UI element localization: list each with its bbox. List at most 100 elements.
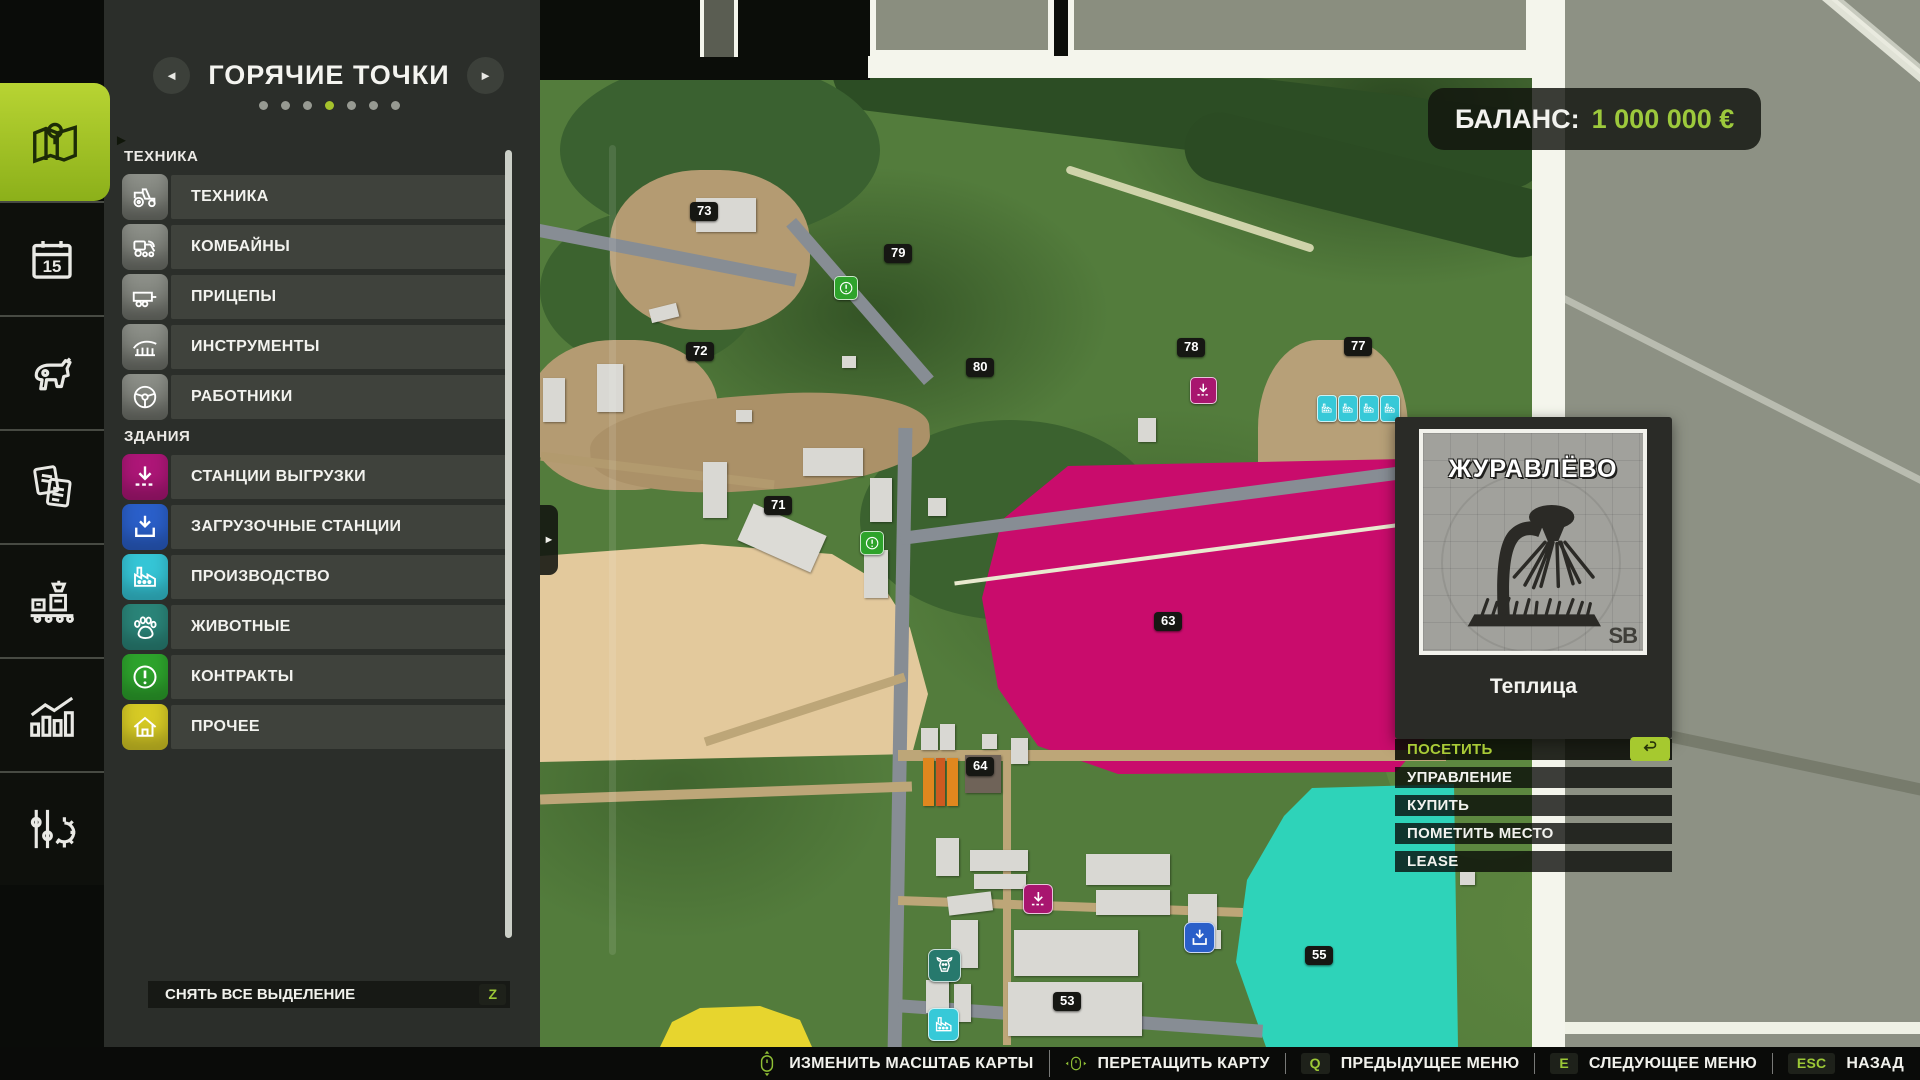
page-dot[interactable]: [347, 101, 356, 110]
field-number-badge[interactable]: 79: [884, 244, 912, 263]
field-number-badge[interactable]: 78: [1177, 338, 1205, 357]
page-dot[interactable]: [369, 101, 378, 110]
filter-label[interactable]: ПРОЧЕЕ: [171, 705, 512, 749]
context-menu-label: ПОМЕТИТЬ МЕСТО: [1407, 825, 1554, 842]
map-building: [870, 478, 892, 522]
map-building: [703, 462, 727, 518]
panel-scrollbar[interactable]: [609, 145, 616, 955]
svg-text:15: 15: [43, 257, 62, 276]
field-number-badge[interactable]: 55: [1305, 946, 1333, 965]
map-marker-icon[interactable]: [1317, 395, 1337, 422]
filter-icon: [130, 332, 160, 362]
map-marker-icon[interactable]: [1190, 377, 1217, 404]
filter-label[interactable]: ЖИВОТНЫЕ: [171, 605, 512, 649]
field-number-badge[interactable]: 71: [764, 496, 792, 515]
hotspot-filter-row[interactable]: ПРОИЗВОДСТВО: [122, 554, 512, 598]
filter-tile[interactable]: [122, 704, 168, 750]
context-menu-item[interactable]: УПРАВЛЕНИЕ: [1395, 767, 1672, 788]
page-dot[interactable]: [325, 101, 334, 110]
cell-gap: [1054, 0, 1068, 58]
hotspot-filter-row[interactable]: КОНТРАКТЫ: [122, 654, 512, 698]
hotspot-filter-row[interactable]: ЗАГРУЗОЧНЫЕ СТАНЦИИ: [122, 504, 512, 548]
filter-tile[interactable]: [122, 174, 168, 220]
hotspot-filter-row[interactable]: КОМБАЙНЫ: [122, 224, 512, 268]
filter-label[interactable]: КОНТРАКТЫ: [171, 655, 512, 699]
filter-label[interactable]: ИНСТРУМЕНТЫ: [171, 325, 512, 369]
sidebar-tab[interactable]: 15: [0, 201, 104, 315]
map-marker-icon[interactable]: [1359, 395, 1379, 422]
filter-label[interactable]: ПРИЦЕПЫ: [171, 275, 512, 319]
field-number-badge[interactable]: 80: [966, 358, 994, 377]
filter-tile[interactable]: [122, 604, 168, 650]
map-context-menu: ПОСЕТИТЬ УПРАВЛЕНИЕ КУПИТЬ ПОМЕТИТЬ МЕСТ…: [1395, 739, 1672, 879]
marker-glyph-icon: [1360, 396, 1378, 421]
hotspot-filter-row[interactable]: ТЕХНИКА: [122, 174, 512, 218]
field-number-badge[interactable]: 64: [966, 757, 994, 776]
context-menu-item[interactable]: LEASE: [1395, 851, 1672, 872]
filter-label[interactable]: РАБОТНИКИ: [171, 375, 512, 419]
filter-label[interactable]: СТАНЦИИ ВЫГРУЗКИ: [171, 455, 512, 499]
filter-tile[interactable]: [122, 654, 168, 700]
context-menu-label: УПРАВЛЕНИЕ: [1407, 769, 1512, 786]
filter-label[interactable]: ПРОИЗВОДСТВО: [171, 555, 512, 599]
page-next-button[interactable]: ►: [467, 57, 504, 94]
map-marker-icon[interactable]: [1023, 884, 1053, 914]
hotspot-filter-row[interactable]: ИНСТРУМЕНТЫ: [122, 324, 512, 368]
map-marker-icon[interactable]: [834, 276, 858, 300]
hotspot-filter-row[interactable]: СТАНЦИИ ВЫГРУЗКИ: [122, 454, 512, 498]
field-number-badge[interactable]: 72: [686, 342, 714, 361]
visit-action-button[interactable]: [1630, 737, 1670, 761]
context-menu-item[interactable]: ПОСЕТИТЬ: [1395, 739, 1672, 760]
filter-label[interactable]: ЗАГРУЗОЧНЫЕ СТАНЦИИ: [171, 505, 512, 549]
filter-tile[interactable]: [122, 454, 168, 500]
field-number-badge[interactable]: 63: [1154, 612, 1182, 631]
active-tab-arrow-icon: ►: [114, 132, 129, 149]
map-marker-icon[interactable]: [1338, 395, 1358, 422]
sidebar-tab[interactable]: [0, 429, 104, 543]
sidebar-tab[interactable]: [0, 657, 104, 771]
filter-label[interactable]: КОМБАЙНЫ: [171, 225, 512, 269]
section-buildings: ЗДАНИЯ СТАНЦИИ ВЫГРУЗКИ ЗАГРУЗОЧНЫЕ СТАН…: [122, 428, 512, 754]
map-marker-icon[interactable]: [1184, 922, 1215, 953]
field-number-badge[interactable]: 77: [1344, 337, 1372, 356]
clear-selection-button[interactable]: СНЯТЬ ВСЕ ВЫДЕЛЕНИЕ Z: [148, 981, 510, 1008]
sidebar-tab[interactable]: [0, 83, 110, 201]
page-dot[interactable]: [391, 101, 400, 110]
filter-tile[interactable]: [122, 554, 168, 600]
hotspot-filter-row[interactable]: ПРОЧЕЕ: [122, 704, 512, 748]
filter-tile[interactable]: [122, 504, 168, 550]
section-label: ЗДАНИЯ: [124, 428, 512, 445]
map-building: [974, 874, 1026, 889]
map-marker-icon[interactable]: [860, 531, 884, 555]
outside-strip: [1565, 1022, 1920, 1034]
key-badge-z: Z: [479, 984, 506, 1005]
sidebar-tab[interactable]: [0, 543, 104, 657]
filter-label[interactable]: ТЕХНИКА: [171, 175, 512, 219]
field-number-badge[interactable]: 53: [1053, 992, 1081, 1011]
input-hint: E СЛЕДУЮЩЕЕ МЕНЮ: [1534, 1053, 1757, 1074]
panel-scrollbar-thumb[interactable]: [505, 150, 512, 938]
filter-tile[interactable]: [122, 274, 168, 320]
input-hint-label: ПЕРЕТАЩИТЬ КАРТУ: [1098, 1055, 1270, 1073]
map-marker-icon[interactable]: [928, 949, 961, 982]
field-number-badge[interactable]: 73: [690, 202, 718, 221]
filter-tile[interactable]: [122, 224, 168, 270]
panel-expand-tab[interactable]: ►: [540, 505, 558, 575]
page-dot[interactable]: [259, 101, 268, 110]
map-marker-icon[interactable]: [928, 1008, 959, 1041]
sidebar-tab[interactable]: [0, 315, 104, 429]
hotspot-filter-row[interactable]: ПРИЦЕПЫ: [122, 274, 512, 318]
filter-tile[interactable]: [122, 324, 168, 370]
context-menu-item[interactable]: ПОМЕТИТЬ МЕСТО: [1395, 823, 1672, 844]
page-dot[interactable]: [281, 101, 290, 110]
mouse-icon: [756, 1050, 778, 1077]
sidebar-tab[interactable]: [0, 771, 104, 885]
context-menu-item[interactable]: КУПИТЬ: [1395, 795, 1672, 816]
filter-tile[interactable]: [122, 374, 168, 420]
page-dot[interactable]: [303, 101, 312, 110]
hotspot-filter-row[interactable]: РАБОТНИКИ: [122, 374, 512, 418]
map-building: [803, 448, 863, 476]
balance-display: БАЛАНС: 1 000 000 €: [1428, 88, 1761, 150]
hotspot-filter-row[interactable]: ЖИВОТНЫЕ: [122, 604, 512, 648]
key-badge: ESC: [1788, 1053, 1835, 1074]
